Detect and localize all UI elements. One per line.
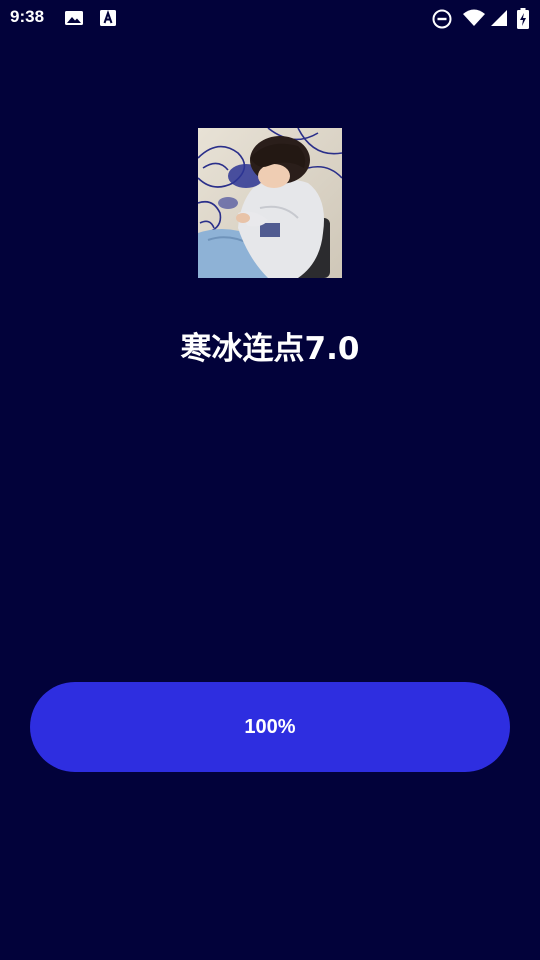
image-icon <box>64 8 84 28</box>
progress-button[interactable]: 100% <box>30 682 510 772</box>
status-time: 9:38 <box>10 7 45 26</box>
signal-icon <box>489 8 509 28</box>
app-title: 寒冰连点7.0 <box>180 331 360 367</box>
app-avatar-image <box>198 128 342 278</box>
splash-screen: 9:38 寒冰连点7.0 100% <box>0 0 540 960</box>
wifi-icon <box>462 8 486 28</box>
do-not-disturb-icon <box>431 8 452 29</box>
battery-charging-icon <box>516 8 530 29</box>
status-bar: 9:38 <box>0 0 540 36</box>
font-a-icon <box>98 8 118 28</box>
progress-label: 100% <box>244 715 296 738</box>
